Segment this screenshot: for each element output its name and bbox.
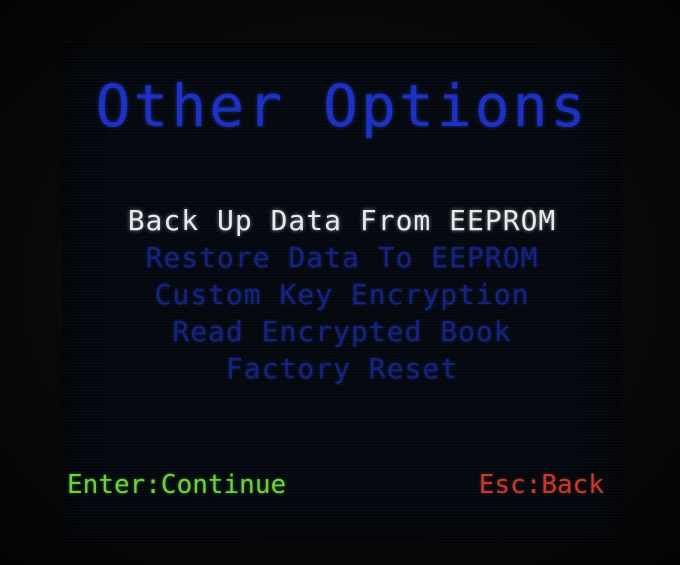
lcd-screen: Other Options Back Up Data From EEPROM R… — [62, 42, 622, 542]
menu-item-read-encrypted-book[interactable]: Read Encrypted Book — [62, 313, 622, 350]
menu-item-restore-eeprom[interactable]: Restore Data To EEPROM — [62, 239, 622, 276]
menu-item-backup-eeprom[interactable]: Back Up Data From EEPROM — [62, 202, 622, 239]
device-bezel: Other Options Back Up Data From EEPROM R… — [0, 0, 680, 565]
esc-back-hint: Esc:Back — [478, 470, 604, 500]
options-menu: Back Up Data From EEPROM Restore Data To… — [62, 202, 622, 387]
screen-title: Other Options — [95, 72, 589, 140]
menu-item-factory-reset[interactable]: Factory Reset — [62, 350, 622, 387]
enter-continue-hint: Enter:Continue — [67, 470, 287, 500]
menu-item-custom-key-encryption[interactable]: Custom Key Encryption — [62, 276, 622, 313]
